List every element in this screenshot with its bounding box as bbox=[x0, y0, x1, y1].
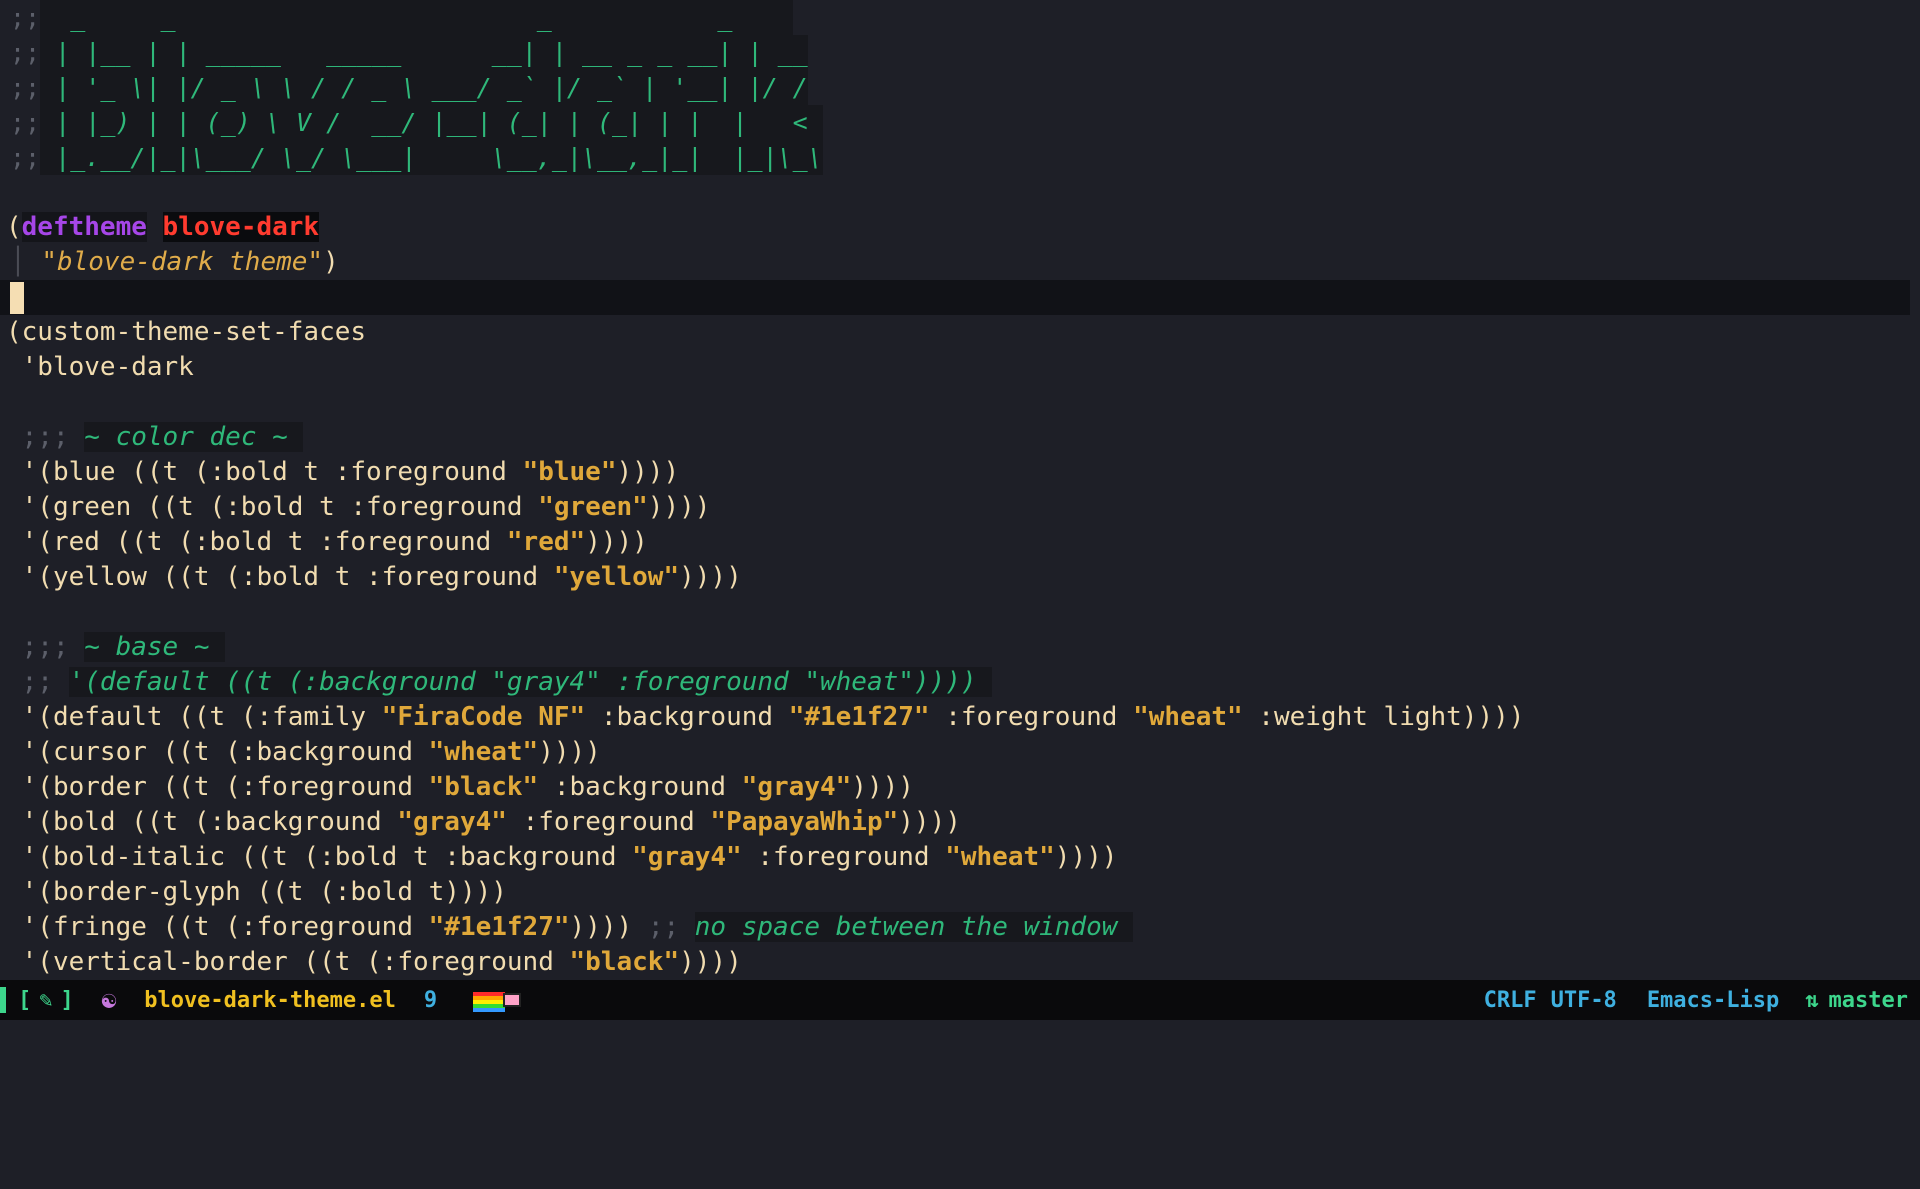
code-line-default: '(default ((t (:family "FiraCode NF" :ba… bbox=[6, 702, 1525, 732]
git-branch[interactable]: master bbox=[1829, 988, 1908, 1013]
comment-line: ;;; ~ color dec ~ bbox=[6, 422, 304, 452]
git-branch-icon: ⇅ bbox=[1805, 987, 1819, 1013]
banner-line: ;; | '_ \| |/ _ \ \ / / _ \ ___/ _` |/ _… bbox=[0, 70, 1920, 105]
code-line-cursor: '(cursor ((t (:background "wheat")))) bbox=[6, 737, 601, 767]
current-line[interactable] bbox=[0, 280, 1910, 315]
banner-line: ;; |_.__/|_|\___/ \_/ \___| \__,_|\__,_|… bbox=[0, 140, 1920, 175]
comment-text: no space between the window bbox=[694, 912, 1134, 942]
modeline-bar bbox=[0, 987, 6, 1013]
major-mode[interactable]: Emacs-Lisp bbox=[1647, 988, 1779, 1013]
banner-line: ;; | |__ | | _____ _____ __| | __ _ _ __… bbox=[0, 35, 1920, 70]
text-cursor bbox=[10, 281, 24, 314]
mode-line: [ ✎ ] ☯ blove-dark-theme.el 9 CRLF UTF-8… bbox=[0, 980, 1920, 1020]
code-line-border-glyph: '(border-glyph ((t (:bold t)))) bbox=[6, 877, 507, 907]
code-line: (custom-theme-set-faces bbox=[6, 317, 367, 347]
comment-line: ;; '(default ((t (:background "gray4" :f… bbox=[6, 667, 993, 697]
encoding-indicator[interactable]: UTF-8 bbox=[1551, 988, 1617, 1013]
eol-indicator[interactable]: CRLF bbox=[1484, 988, 1537, 1013]
code-line-deftheme: (deftheme blove-dark bbox=[6, 212, 320, 242]
banner-text: _ _ _ _ bbox=[40, 0, 793, 35]
code-line-bold-italic: '(bold-italic ((t (:bold t :background "… bbox=[6, 842, 1118, 872]
line-number: 9 bbox=[423, 987, 438, 1013]
banner-text: | |_) | | (_) \ V / __/ |__| (_| | (_| |… bbox=[40, 105, 823, 140]
leaf-icon: ✎ bbox=[39, 987, 53, 1013]
comment-text: '(default ((t (:background "gray4" :fore… bbox=[68, 667, 993, 697]
deftheme-keyword: deftheme bbox=[21, 212, 147, 242]
banner-text: | |__ | | _____ _____ __| | __ _ _ __| |… bbox=[40, 35, 808, 70]
modeline-right: CRLF UTF-8 Emacs-Lisp ⇅ master bbox=[1484, 980, 1908, 1020]
code-line-vertical-border: '(vertical-border ((t (:foreground "blac… bbox=[6, 947, 742, 977]
theme-name: blove-dark bbox=[162, 212, 320, 242]
editor-buffer[interactable]: ;; _ _ _ _ ;; | |__ | | _____ _____ __| … bbox=[0, 0, 1920, 980]
buffer-filename[interactable]: blove-dark-theme.el bbox=[144, 988, 396, 1013]
emacs-icon: ☯ bbox=[101, 986, 117, 1014]
code-line-fringe: '(fringe ((t (:foreground "#1e1f27")))) … bbox=[6, 912, 1134, 942]
banner-line: ;; _ _ _ _ bbox=[0, 0, 1920, 35]
comment-text: ~ base ~ bbox=[84, 632, 226, 662]
code-line: 'blove-dark bbox=[6, 352, 194, 382]
indent-guide: │ bbox=[10, 247, 26, 277]
code-line-docstring: │ "blove-dark theme") bbox=[10, 247, 339, 277]
banner-line: ;; | |_) | | (_) \ V / __/ |__| (_| | (_… bbox=[0, 105, 1920, 140]
code-line: '(red ((t (:bold t :foreground "red")))) bbox=[6, 527, 648, 557]
code-line-bold: '(bold ((t (:background "gray4" :foregro… bbox=[6, 807, 961, 837]
code-line: '(green ((t (:bold t :foreground "green"… bbox=[6, 492, 711, 522]
code-line-border: '(border ((t (:foreground "black" :backg… bbox=[6, 772, 914, 802]
docstring: "blove-dark theme" bbox=[41, 247, 324, 277]
banner-text: |_.__/|_|\___/ \_/ \___| \__,_|\__,_|_| … bbox=[40, 140, 823, 175]
code-line: '(yellow ((t (:bold t :foreground "yello… bbox=[6, 562, 742, 592]
nyan-cat-icon[interactable] bbox=[473, 989, 525, 1012]
banner-text: | '_ \| |/ _ \ \ / / _ \ ___/ _` |/ _` |… bbox=[40, 70, 808, 105]
comment-line: ;;; ~ base ~ bbox=[6, 632, 226, 662]
code-line: '(blue ((t (:bold t :foreground "blue"))… bbox=[6, 457, 680, 487]
comment-text: ~ color dec ~ bbox=[84, 422, 304, 452]
minibuffer[interactable] bbox=[0, 1020, 1920, 1039]
